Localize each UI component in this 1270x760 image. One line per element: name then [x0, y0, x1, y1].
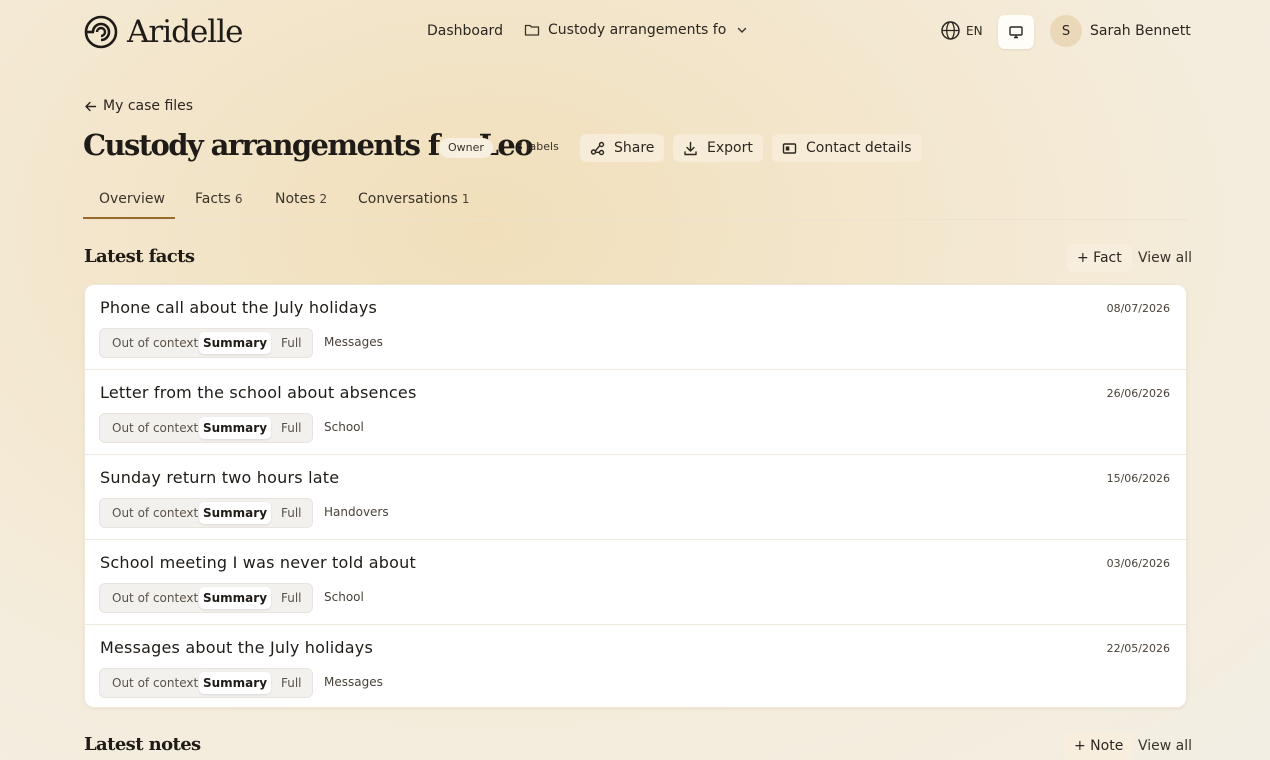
- fact-title[interactable]: Phone call about the July holidays: [100, 298, 377, 317]
- chevron-down-icon: [738, 27, 747, 33]
- tab-facts[interactable]: Facts 6: [195, 191, 242, 207]
- view-out-of-context-option[interactable]: Out of context: [112, 672, 198, 694]
- fact-title[interactable]: Letter from the school about absences: [100, 383, 417, 402]
- fact-date: 26/06/2026: [1106, 387, 1170, 400]
- facts-view-all-link[interactable]: View all: [1138, 250, 1192, 266]
- globe-icon: [941, 21, 960, 40]
- fact-item[interactable]: Phone call about the July holidays 08/07…: [85, 285, 1186, 370]
- active-tab-indicator: [83, 217, 175, 219]
- export-button[interactable]: Export: [673, 134, 763, 162]
- share-icon: [590, 141, 605, 155]
- tab-bar: Overview Facts 6 Notes 2 Conversations 1: [83, 185, 1187, 220]
- case-selector-label: Custody arrangements fo: [548, 22, 727, 38]
- top-bar: Aridelle Dashboard Custody arrangements …: [0, 0, 1270, 64]
- facts-list: Phone call about the July holidays 08/07…: [84, 284, 1187, 708]
- tab-notes[interactable]: Notes 2: [275, 191, 327, 207]
- view-full-option[interactable]: Full: [281, 587, 302, 609]
- case-selector[interactable]: Custody arrangements fo: [524, 22, 748, 38]
- labels-count[interactable]: 3 labels: [516, 140, 559, 153]
- view-mode-toggle: Out of context Summary Full: [99, 583, 313, 613]
- view-mode-toggle: Out of context Summary Full: [99, 328, 313, 358]
- fact-category-tag: School: [324, 420, 364, 434]
- folder-icon: [524, 24, 540, 36]
- tab-conversations-label: Conversations: [358, 191, 458, 207]
- share-button[interactable]: Share: [580, 134, 665, 162]
- nav-dashboard[interactable]: Dashboard: [427, 23, 503, 39]
- fact-item[interactable]: Letter from the school about absences 26…: [85, 370, 1186, 455]
- view-mode-toggle: Out of context Summary Full: [99, 413, 313, 443]
- contact-details-button[interactable]: Contact details: [772, 134, 922, 162]
- back-link-label: My case files: [103, 98, 194, 114]
- view-full-option[interactable]: Full: [281, 417, 302, 439]
- fact-item[interactable]: Sunday return two hours late 15/06/2026 …: [85, 455, 1186, 540]
- add-note-button[interactable]: + Note: [1064, 732, 1134, 760]
- logo-icon: [84, 15, 118, 49]
- view-mode-toggle: Out of context Summary Full: [99, 668, 313, 698]
- logo[interactable]: Aridelle: [84, 14, 243, 50]
- view-out-of-context-option[interactable]: Out of context: [112, 587, 198, 609]
- view-full-option[interactable]: Full: [281, 332, 302, 354]
- arrow-left-icon: [85, 101, 97, 111]
- display-mode-button[interactable]: [998, 15, 1034, 49]
- view-mode-toggle: Out of context Summary Full: [99, 498, 313, 528]
- view-summary-option[interactable]: Summary: [199, 502, 271, 524]
- tab-facts-label: Facts: [195, 191, 231, 207]
- add-fact-button[interactable]: + Fact: [1067, 244, 1132, 272]
- contact-details-label: Contact details: [806, 140, 912, 156]
- fact-category-tag: School: [324, 590, 364, 604]
- tab-overview[interactable]: Overview: [99, 191, 165, 207]
- fact-title[interactable]: Messages about the July holidays: [100, 638, 373, 657]
- tab-facts-count: 6: [234, 192, 243, 206]
- notes-view-all-link[interactable]: View all: [1138, 738, 1192, 754]
- user-name[interactable]: Sarah Bennett: [1090, 23, 1191, 39]
- fact-title[interactable]: Sunday return two hours late: [100, 468, 339, 487]
- view-summary-option[interactable]: Summary: [199, 587, 271, 609]
- tab-notes-label: Notes: [275, 191, 316, 207]
- share-label: Share: [614, 140, 655, 156]
- view-summary-option[interactable]: Summary: [199, 672, 271, 694]
- monitor-icon: [1009, 26, 1023, 39]
- view-full-option[interactable]: Full: [281, 502, 302, 524]
- fact-item[interactable]: School meeting I was never told about 03…: [85, 540, 1186, 625]
- export-label: Export: [707, 140, 753, 156]
- fact-title[interactable]: School meeting I was never told about: [100, 553, 416, 572]
- tab-overview-label: Overview: [99, 191, 165, 207]
- language-label: EN: [966, 23, 983, 38]
- fact-category-tag: Messages: [324, 335, 383, 349]
- view-out-of-context-option[interactable]: Out of context: [112, 417, 198, 439]
- view-full-option[interactable]: Full: [281, 672, 302, 694]
- fact-item[interactable]: Messages about the July holidays 22/05/2…: [85, 625, 1186, 710]
- fact-date: 15/06/2026: [1106, 472, 1170, 485]
- tab-conversations[interactable]: Conversations 1: [358, 191, 470, 207]
- view-summary-option[interactable]: Summary: [199, 332, 271, 354]
- contact-card-icon: [782, 142, 797, 154]
- view-out-of-context-option[interactable]: Out of context: [112, 502, 198, 524]
- notes-section-title: Latest notes: [84, 734, 201, 755]
- facts-section-title: Latest facts: [84, 246, 195, 267]
- download-icon: [684, 141, 697, 155]
- fact-date: 03/06/2026: [1106, 557, 1170, 570]
- fact-date: 22/05/2026: [1106, 642, 1170, 655]
- role-badge: Owner: [439, 138, 493, 158]
- logo-text: Aridelle: [127, 14, 243, 50]
- tab-notes-count: 2: [319, 192, 328, 206]
- tab-conversations-count: 1: [461, 192, 470, 206]
- language-switcher[interactable]: EN: [940, 20, 983, 41]
- fact-category-tag: Messages: [324, 675, 383, 689]
- view-summary-option[interactable]: Summary: [199, 417, 271, 439]
- view-out-of-context-option[interactable]: Out of context: [112, 332, 198, 354]
- fact-date: 08/07/2026: [1106, 302, 1170, 315]
- back-link[interactable]: My case files: [84, 98, 193, 114]
- avatar[interactable]: S: [1050, 15, 1082, 47]
- fact-category-tag: Handovers: [324, 505, 389, 519]
